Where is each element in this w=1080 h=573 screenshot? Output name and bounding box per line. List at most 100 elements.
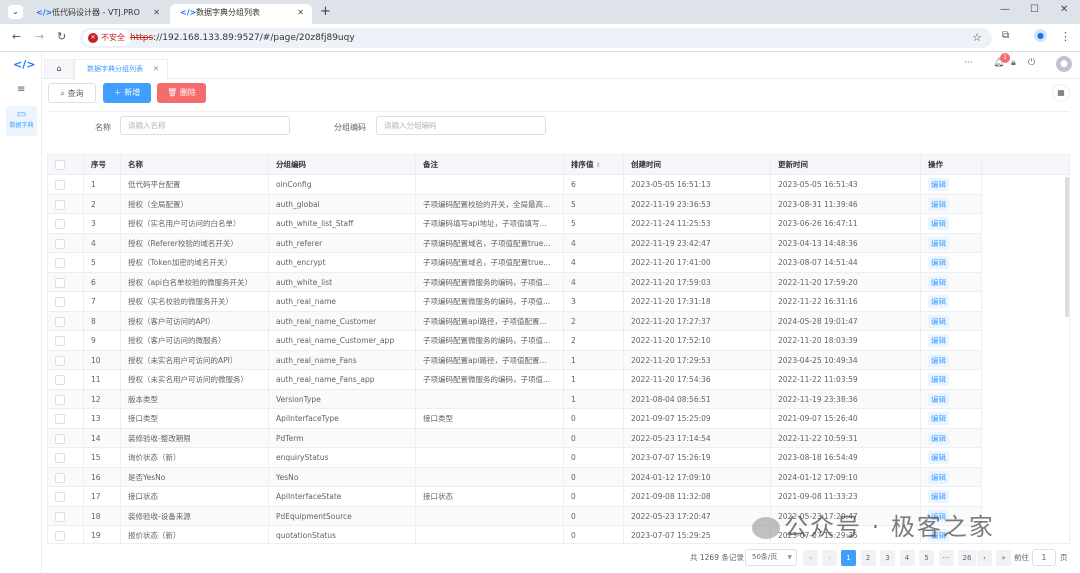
cell-index: 13 (84, 409, 121, 428)
edit-button[interactable]: 编辑 (928, 178, 949, 191)
cell-select (48, 175, 84, 194)
new-tab-button[interactable]: + (320, 4, 331, 19)
row-checkbox[interactable] (55, 511, 65, 522)
page-button[interactable]: 5 (919, 550, 934, 566)
close-window-button[interactable]: ✕ (1060, 4, 1068, 15)
page-suffix: 页 (1060, 553, 1068, 562)
row-checkbox[interactable] (55, 492, 65, 502)
home-tab[interactable]: ⌂ (44, 59, 74, 79)
sort-icon[interactable]: ⇕ (594, 162, 601, 169)
browser-tab-designer[interactable]: </> 低代码设计器 - VTJ.PRO ✕ (26, 4, 168, 24)
add-button[interactable]: ＋ 新增 (103, 83, 151, 103)
column-settings-button[interactable]: ▦ (1052, 84, 1070, 102)
first-page-button[interactable]: « (803, 550, 818, 566)
edit-button[interactable]: 编辑 (928, 373, 949, 386)
row-checkbox[interactable] (55, 316, 65, 327)
row-checkbox[interactable] (55, 336, 65, 346)
forward-icon[interactable]: → (35, 30, 44, 43)
select-all-checkbox[interactable] (55, 160, 65, 170)
group-code-input[interactable] (376, 116, 546, 135)
edit-button[interactable]: 编辑 (928, 256, 949, 269)
edit-button[interactable]: 编辑 (928, 470, 949, 484)
row-checkbox[interactable] (55, 199, 65, 210)
row-checkbox[interactable] (55, 453, 65, 463)
header-label: 更新时间 (778, 160, 808, 169)
filter-name-label: 名称 (95, 123, 111, 132)
cell-updated-at: 2023-08-07 14:51:44 (771, 253, 921, 272)
more-icon[interactable]: ··· (964, 58, 973, 68)
edit-button[interactable]: 编辑 (928, 334, 949, 347)
page-button[interactable]: 4 (899, 550, 915, 566)
edit-button[interactable]: 编辑 (928, 431, 949, 445)
edit-button[interactable]: 编辑 (928, 314, 949, 328)
more-pages-button[interactable]: ··· (938, 550, 954, 566)
reload-icon[interactable]: ↻ (57, 30, 66, 43)
cell-updated-at: 2024-01-12 17:09:10 (771, 467, 921, 486)
row-checkbox[interactable] (55, 414, 65, 424)
menu-toggle-icon[interactable]: ≡ (17, 84, 25, 95)
query-button[interactable]: ⌕ 查询 (48, 83, 96, 103)
row-checkbox[interactable] (55, 394, 65, 405)
edit-button[interactable]: 编辑 (928, 197, 949, 211)
lock-icon[interactable]: 🔒︎ (1011, 58, 1016, 68)
table-row: 5 授权（Token加密的域名开关） auth_encrypt 子项编码配置域名，子项… (48, 253, 982, 273)
row-checkbox[interactable] (55, 433, 65, 444)
row-checkbox[interactable] (55, 297, 65, 307)
goto-page-input[interactable]: 1 (1032, 549, 1056, 566)
insecure-badge[interactable]: 不安全 (83, 30, 131, 46)
cell-updated-at: 2022-11-22 11:03:59 (771, 370, 921, 389)
close-tab-icon[interactable]: ✕ (153, 4, 160, 22)
edit-button[interactable]: 编辑 (928, 353, 949, 367)
url-input[interactable]: 不安全 https://192.168.133.89:9527/#/page/2… (80, 28, 992, 48)
close-tab-icon[interactable]: ✕ (297, 4, 304, 22)
page-button[interactable]: 26 (958, 550, 976, 566)
row-checkbox[interactable] (55, 258, 65, 268)
table-scrollbar[interactable] (1065, 177, 1069, 317)
next-page-button[interactable]: › (977, 550, 992, 566)
row-checkbox[interactable] (55, 180, 65, 190)
back-icon[interactable]: ← (12, 30, 21, 43)
cell-updated-at: 2022-11-20 18:03:39 (771, 331, 921, 350)
tab-search-button[interactable]: ⌄ (8, 5, 23, 19)
power-icon[interactable]: ⏻ (1028, 58, 1035, 68)
row-checkbox[interactable] (55, 238, 65, 249)
page-button[interactable]: 3 (880, 550, 895, 566)
cell-group-code: enquiryStatus (269, 448, 416, 467)
row-checkbox[interactable] (55, 277, 65, 288)
edit-button[interactable]: 编辑 (928, 236, 949, 250)
edit-button[interactable]: 编辑 (928, 295, 949, 308)
edit-button[interactable]: 编辑 (928, 490, 949, 503)
close-icon[interactable]: ✕ (153, 60, 159, 79)
profile-icon[interactable]: ● (1034, 29, 1047, 42)
name-input[interactable] (120, 116, 290, 135)
sidebar-item-data-dictionary[interactable]: ▭ 数据字典 (6, 106, 37, 136)
edit-button[interactable]: 编辑 (928, 451, 949, 464)
browser-menu-icon[interactable]: ⋮ (1060, 30, 1071, 43)
delete-button[interactable]: 🗑︎ 删除 (157, 83, 206, 103)
maximize-button[interactable]: ☐ (1030, 4, 1039, 15)
cell-updated-at: 2023-05-05 16:51:43 (771, 175, 921, 194)
page-button[interactable]: 2 (860, 550, 876, 566)
row-checkbox[interactable] (55, 219, 65, 229)
edit-button[interactable]: 编辑 (928, 217, 949, 230)
tab-data-dict-groups[interactable]: 数据字典分组列表 ✕ (74, 59, 168, 80)
bookmark-star-icon[interactable]: ☆ (972, 31, 982, 44)
prev-page-button[interactable]: ‹ (822, 550, 837, 566)
cell-name: 装修验收-整改期限 (121, 428, 269, 447)
last-page-button[interactable]: » (996, 550, 1011, 566)
avatar[interactable]: ● (1056, 56, 1072, 72)
minimize-button[interactable]: — (1000, 4, 1010, 15)
page-button[interactable]: 1 (841, 550, 856, 566)
row-checkbox[interactable] (55, 531, 65, 541)
page-size-select[interactable]: 50条/页 ▼ (745, 549, 797, 566)
edit-button[interactable]: 编辑 (928, 275, 949, 289)
row-checkbox[interactable] (55, 375, 65, 385)
cell-group-code: PdTerm (269, 428, 416, 447)
edit-button[interactable]: 编辑 (928, 392, 949, 406)
header-sort-value[interactable]: 排序值 ⇕ (564, 155, 624, 174)
browser-tab-dict[interactable]: </> 数据字典分组列表 ✕ (170, 4, 312, 24)
row-checkbox[interactable] (55, 355, 65, 366)
edit-button[interactable]: 编辑 (928, 412, 949, 425)
extensions-icon[interactable]: ⧉ (1002, 30, 1009, 41)
row-checkbox[interactable] (55, 472, 65, 483)
